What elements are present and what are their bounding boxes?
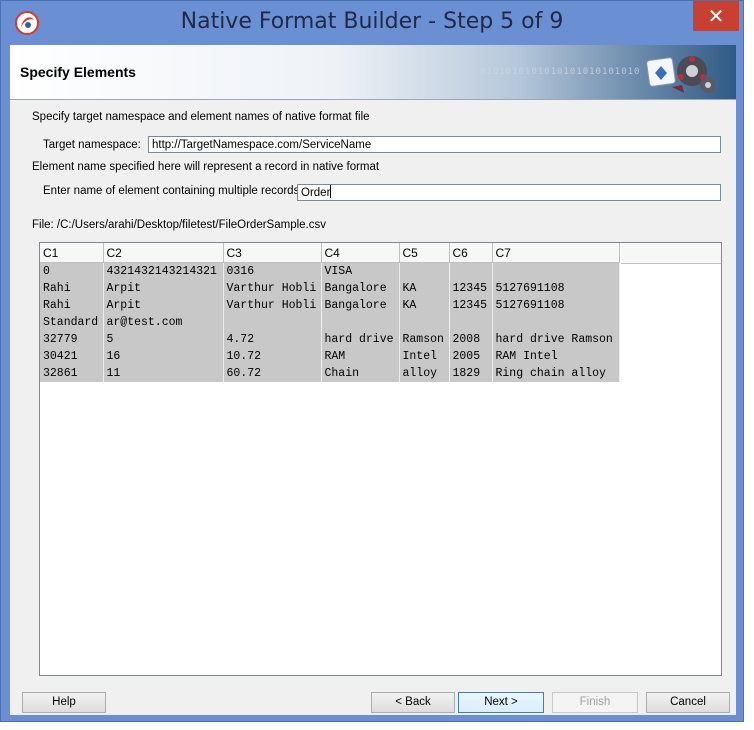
table-cell: RAM [321, 348, 400, 365]
data-grid[interactable]: C1 C2 C3 C4 C5 C6 C7 0 4321432143214321 … [39, 242, 722, 676]
table-cell: Bangalore [321, 297, 400, 314]
namespace-label: Target namespace: [43, 139, 141, 151]
multi-records-value: Order [301, 187, 331, 199]
table-cell [449, 262, 493, 280]
table-cell [492, 314, 620, 331]
step-title: Specify Elements [20, 64, 136, 80]
column-header[interactable]: C7 [492, 243, 620, 263]
table-cell [223, 314, 322, 331]
file-path: File: /C:/Users/arahi/Desktop/filetest/F… [32, 219, 326, 231]
column-header[interactable]: C3 [223, 243, 322, 263]
table-cell: Rahi [40, 280, 104, 297]
window-title: Native Format Builder - Step 5 of 9 [180, 9, 564, 34]
table-cell: KA [399, 280, 450, 297]
table-cell: Rahi [40, 297, 104, 314]
table-cell: 4321432143214321 [103, 262, 224, 280]
next-button[interactable]: Next > [458, 692, 544, 713]
multi-records-label: Enter name of element containing multipl… [43, 185, 303, 197]
table-cell: Arpit [103, 280, 224, 297]
table-cell: 10.72 [223, 348, 322, 365]
table-cell: Arpit [103, 297, 224, 314]
column-header[interactable]: C1 [40, 243, 104, 263]
title-bar[interactable]: Native Format Builder - Step 5 of 9 ✕ [1, 1, 743, 45]
table-row[interactable]: 32779 5 4.72 hard drive Ramson 2008 hard… [40, 331, 620, 348]
column-header[interactable]: C2 [103, 243, 224, 263]
table-cell [399, 314, 450, 331]
table-row[interactable]: 30421 16 10.72 RAM Intel 2005 RAM Intel [40, 348, 620, 365]
column-header[interactable]: C6 [449, 243, 493, 263]
header-row: C1 C2 C3 C4 C5 C6 C7 [40, 243, 620, 263]
table-row[interactable]: Rahi Arpit Varthur Hobli Bangalore KA 12… [40, 297, 620, 314]
table-cell: 32861 [40, 365, 104, 382]
table-cell: 0316 [223, 262, 322, 280]
dialog-body: Specify Elements 01010101010101010101010… [10, 45, 736, 715]
table-cell: hard drive Ramson [492, 331, 620, 348]
step-header: Specify Elements 01010101010101010101010… [10, 45, 736, 100]
cancel-button[interactable]: Cancel [646, 692, 730, 713]
grid-header-fill [621, 243, 721, 264]
text-cursor [330, 185, 332, 198]
table-cell: hard drive [321, 331, 400, 348]
table-cell: 5127691108 [492, 280, 620, 297]
table-row[interactable]: Rahi Arpit Varthur Hobli Bangalore KA 12… [40, 280, 620, 297]
table-cell: Intel [399, 348, 450, 365]
column-header[interactable]: C5 [399, 243, 450, 263]
table-cell: KA [399, 297, 450, 314]
table-cell: 0 [40, 262, 104, 280]
table-cell: 2008 [449, 331, 493, 348]
table-cell: 32779 [40, 331, 104, 348]
table-cell: 5 [103, 331, 224, 348]
table-cell: 2005 [449, 348, 493, 365]
table-cell: alloy [399, 365, 450, 382]
table-cell: Standard [40, 314, 104, 331]
table-cell: 4.72 [223, 331, 322, 348]
help-button[interactable]: Help [22, 692, 106, 713]
table-row[interactable]: 0 4321432143214321 0316 VISA [40, 262, 620, 280]
table-cell [449, 314, 493, 331]
multi-records-input[interactable]: Order [297, 184, 721, 201]
namespace-input[interactable]: http://TargetNamespace.com/ServiceName [148, 136, 721, 153]
table-cell: ar@test.com [103, 314, 224, 331]
table-cell: 16 [103, 348, 224, 365]
table-cell: RAM Intel [492, 348, 620, 365]
table-cell: 11 [103, 365, 224, 382]
dialog-window: Native Format Builder - Step 5 of 9 ✕ Sp… [0, 0, 744, 722]
data-table: C1 C2 C3 C4 C5 C6 C7 0 4321432143214321 … [40, 243, 620, 382]
table-cell [492, 262, 620, 280]
table-cell: 12345 [449, 280, 493, 297]
table-cell: Chain [321, 365, 400, 382]
back-button[interactable]: < Back [371, 692, 455, 713]
table-cell [321, 314, 400, 331]
header-binary-decoration: 0101010101010101010101010 [480, 67, 641, 77]
table-cell: 30421 [40, 348, 104, 365]
table-cell: Varthur Hobli [223, 280, 322, 297]
table-cell: 1829 [449, 365, 493, 382]
table-cell: 5127691108 [492, 297, 620, 314]
table-cell: 12345 [449, 297, 493, 314]
wizard-gear-icon [646, 56, 716, 93]
table-cell: Varthur Hobli [223, 297, 322, 314]
element-note: Element name specified here will represe… [32, 161, 380, 173]
column-header[interactable]: C4 [321, 243, 400, 263]
table-cell: Bangalore [321, 280, 400, 297]
table-cell: Ramson [399, 331, 450, 348]
table-cell: VISA [321, 262, 400, 280]
table-cell: Ring chain alloy [492, 365, 620, 382]
finish-button[interactable]: Finish [552, 692, 638, 713]
close-button[interactable]: ✕ [693, 1, 739, 31]
intro-text: Specify target namespace and element nam… [32, 111, 370, 123]
table-cell: 60.72 [223, 365, 322, 382]
table-cell [399, 262, 450, 280]
table-row[interactable]: 32861 11 60.72 Chain alloy 1829 Ring cha… [40, 365, 620, 382]
table-row[interactable]: Standard ar@test.com [40, 314, 620, 331]
